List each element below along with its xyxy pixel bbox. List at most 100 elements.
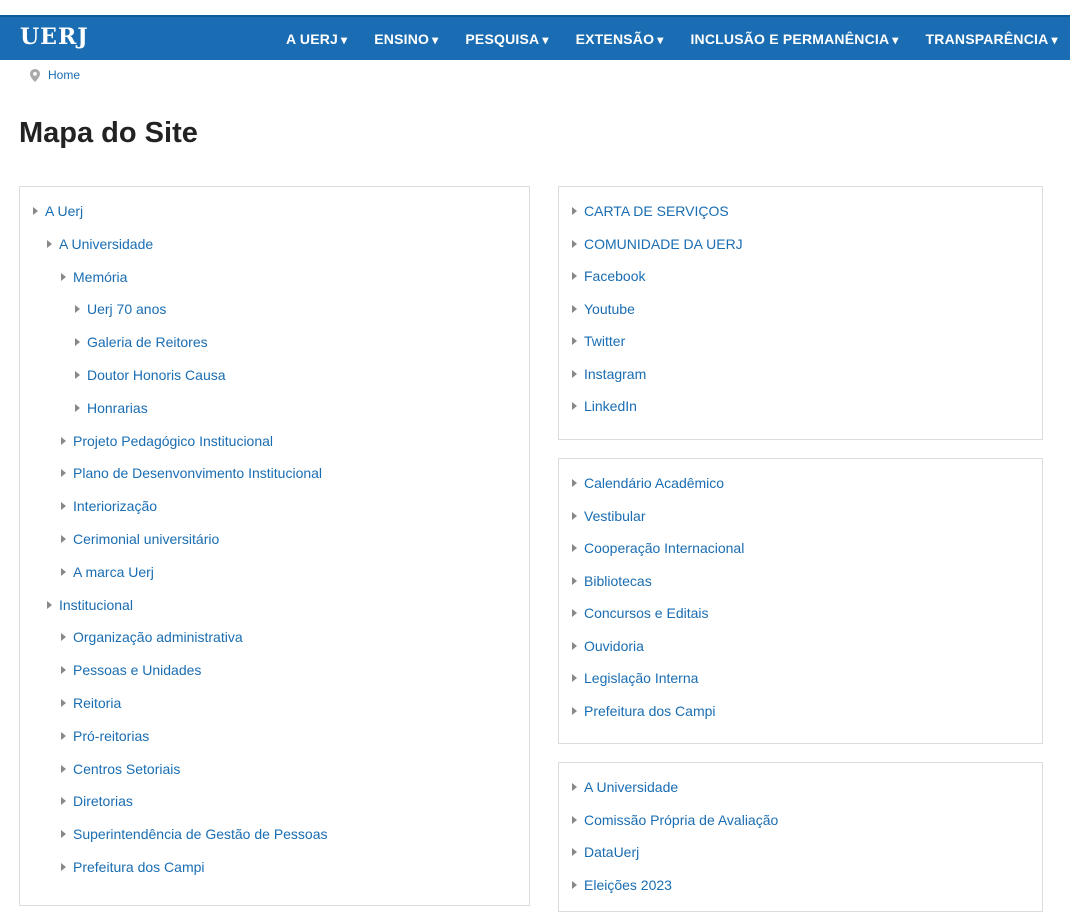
chevron-down-icon: ▾ [892,32,899,47]
panel-link[interactable]: Vestibular [572,508,645,524]
panel-link[interactable]: Cooperação Internacional [572,540,744,556]
caret-right-icon [61,535,66,543]
chevron-down-icon: ▾ [542,32,549,47]
caret-right-icon [572,609,577,617]
chevron-down-icon: ▾ [657,32,664,47]
caret-right-icon [75,338,80,346]
panel-link[interactable]: Instagram [572,366,646,382]
caret-right-icon [572,707,577,715]
sitemap-link[interactable]: Memória [61,269,127,285]
right-panel-2 [558,458,1043,744]
sitemap-link[interactable]: Superintendência de Gestão de Pessoas [61,826,328,842]
panel-link[interactable]: Facebook [572,268,645,284]
caret-right-icon [61,797,66,805]
caret-right-icon [572,272,577,280]
caret-right-icon [572,337,577,345]
sitemap-link[interactable]: Reitoria [61,695,121,711]
sitemap-link[interactable]: Interiorização [61,498,157,514]
sitemap-link[interactable]: Projeto Pedagógico Institucional [61,433,273,449]
panel-link[interactable]: Bibliotecas [572,573,652,589]
nav-a-uerj[interactable]: A UERJ ▾ [286,31,347,47]
main-navbar: UERJ A UERJ ▾ ENSINO ▾ PESQUISA ▾ EXTENSÃO ▾… [0,15,1070,60]
panel-link[interactable]: Ouvidoria [572,638,644,654]
caret-right-icon [61,502,66,510]
caret-right-icon [47,240,52,248]
sitemap-link[interactable]: A Universidade [47,236,153,252]
panel-link[interactable]: COMUNIDADE DA UERJ [572,236,743,252]
panel-link[interactable]: DataUerj [572,844,639,860]
chevron-down-icon: ▾ [1051,32,1058,47]
sitemap-link[interactable]: Centros Setoriais [61,761,180,777]
caret-right-icon [572,402,577,410]
caret-right-icon [572,577,577,585]
caret-right-icon [572,305,577,313]
chevron-down-icon: ▾ [432,32,439,47]
sitemap-link[interactable]: Plano de Desenvonvimento Institucional [61,465,322,481]
panel-link[interactable]: Youtube [572,301,635,317]
sitemap-link[interactable]: Uerj 70 anos [75,301,166,317]
caret-right-icon [61,830,66,838]
nav-inclusao[interactable]: INCLUSÃO E PERMANÊNCIA ▾ [690,31,898,47]
panel-link[interactable]: LinkedIn [572,398,637,414]
caret-right-icon [572,881,577,889]
sitemap-link[interactable]: Prefeitura dos Campi [61,859,205,875]
sitemap-link[interactable]: Doutor Honoris Causa [75,367,226,383]
breadcrumb-home[interactable]: Home [48,68,80,82]
caret-right-icon [61,469,66,477]
caret-right-icon [572,674,577,682]
caret-right-icon [61,732,66,740]
panel-link[interactable]: Twitter [572,333,625,349]
nav-pesquisa[interactable]: PESQUISA ▾ [465,31,548,47]
caret-right-icon [572,479,577,487]
caret-right-icon [572,370,577,378]
breadcrumb: Home [30,68,80,82]
caret-right-icon [61,437,66,445]
caret-right-icon [61,863,66,871]
sitemap-link[interactable]: A Uerj [33,203,83,219]
nav-ensino[interactable]: ENSINO ▾ [374,31,438,47]
panel-link[interactable]: Prefeitura dos Campi [572,703,716,719]
panel-link[interactable]: Eleições 2023 [572,877,672,893]
caret-right-icon [572,512,577,520]
nav-transparencia[interactable]: TRANSPARÊNCIA ▾ [926,31,1058,47]
sitemap-link[interactable]: Organização administrativa [61,629,243,645]
caret-right-icon [33,207,38,215]
sitemap-link[interactable]: Galeria de Reitores [75,334,208,350]
caret-right-icon [75,404,80,412]
sitemap-link[interactable]: Diretorias [61,793,133,809]
caret-right-icon [572,848,577,856]
panel-link[interactable]: Comissão Própria de Avaliação [572,812,778,828]
nav-extensao[interactable]: EXTENSÃO ▾ [576,31,664,47]
panel-link[interactable]: Legislação Interna [572,670,698,686]
caret-right-icon [61,699,66,707]
caret-right-icon [75,371,80,379]
caret-right-icon [572,783,577,791]
caret-right-icon [61,273,66,281]
sitemap-link[interactable]: Honrarias [75,400,148,416]
caret-right-icon [572,642,577,650]
panel-link[interactable]: Concursos e Editais [572,605,709,621]
caret-right-icon [75,305,80,313]
caret-right-icon [572,816,577,824]
panel-link[interactable]: A Universidade [572,779,678,795]
sitemap-link[interactable]: Cerimonial universitário [61,531,219,547]
chevron-down-icon: ▾ [341,32,348,47]
page-title: Mapa do Site [19,117,198,149]
caret-right-icon [572,240,577,248]
caret-right-icon [47,601,52,609]
caret-right-icon [61,765,66,773]
panel-link[interactable]: Calendário Acadêmico [572,475,724,491]
sitemap-link[interactable]: A marca Uerj [61,564,154,580]
sitemap-link[interactable]: Pró-reitorias [61,728,149,744]
caret-right-icon [572,207,577,215]
caret-right-icon [61,633,66,641]
caret-right-icon [61,568,66,576]
nav-links: A UERJ ▾ ENSINO ▾ PESQUISA ▾ EXTENSÃO ▾ INCL… [286,17,1070,60]
map-pin-icon [30,68,40,82]
sitemap-link[interactable]: Institucional [47,597,133,613]
caret-right-icon [572,544,577,552]
caret-right-icon [61,666,66,674]
sitemap-link[interactable]: Pessoas e Unidades [61,662,201,678]
panel-link[interactable]: CARTA DE SERVIÇOS [572,203,729,219]
brand-logo[interactable]: UERJ [20,24,89,50]
